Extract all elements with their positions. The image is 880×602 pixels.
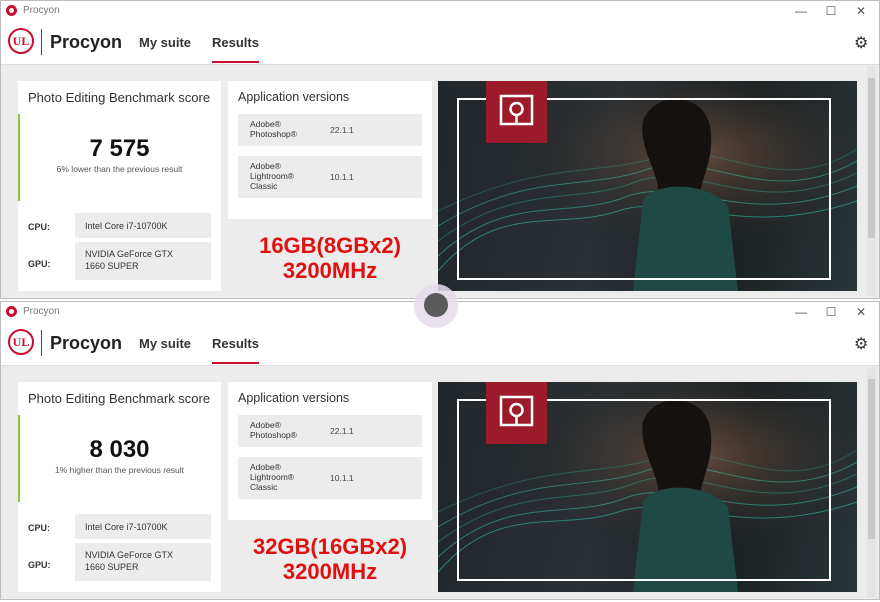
app-versions-card: Application versions Adobe® Photoshop® 2…	[228, 81, 432, 219]
cpu-label: CPU:	[28, 523, 50, 533]
memory-capacity: 16GB(8GBx2)	[259, 233, 401, 258]
hero-banner-image	[438, 81, 857, 291]
minimize-button[interactable]: —	[787, 3, 815, 19]
memory-capacity: 32GB(16GBx2)	[252, 534, 408, 559]
brand-divider	[41, 330, 42, 356]
gpu-label: GPU:	[28, 560, 51, 570]
title-bar: Procyon — ☐ ✕	[1, 1, 879, 22]
gpu-line-1: NVIDIA GeForce GTX	[85, 550, 174, 560]
gpu-value: NVIDIA GeForce GTX 1660 SUPER	[75, 543, 211, 581]
app-name-line: Lightroom®	[250, 171, 295, 181]
app-name-line: Photoshop®	[250, 430, 297, 440]
brand-name: Procyon	[50, 32, 123, 52]
ul-logo: UL	[8, 28, 34, 54]
app-row-photoshop: Adobe® Photoshop® 22.1.1	[238, 415, 422, 447]
app-name-line: Classic	[250, 181, 278, 191]
scrollbar[interactable]	[867, 367, 876, 597]
app-versions-title: Application versions	[238, 90, 350, 104]
app-versions-title: Application versions	[238, 391, 350, 405]
app-name-line: Adobe®	[250, 161, 281, 171]
cpu-value: Intel Core i7-10700K	[75, 514, 211, 539]
app-row-photoshop: Adobe® Photoshop® 22.1.1	[238, 114, 422, 146]
app-version: 10.1.1	[330, 172, 354, 182]
app-name: Adobe® Lightroom® Classic	[250, 462, 294, 492]
ul-logo: UL	[8, 329, 34, 355]
brand-name: Procyon	[50, 333, 123, 353]
banner-illustration	[438, 81, 857, 291]
score-card: Photo Editing Benchmark score 7 575 6% l…	[18, 81, 221, 291]
window-title: Procyon	[23, 5, 60, 16]
score-card: Photo Editing Benchmark score 8 030 1% h…	[18, 382, 221, 592]
scrollbar[interactable]	[867, 66, 876, 296]
maximize-button[interactable]: ☐	[817, 3, 845, 19]
app-version: 22.1.1	[330, 125, 354, 135]
tab-results[interactable]: Results	[212, 336, 259, 364]
score-comparison: 1% higher than the previous result	[55, 465, 184, 475]
nav-bar: UL Procyon My suite Results ⚙	[1, 323, 879, 366]
app-name-line: Adobe®	[250, 462, 281, 472]
app-name-line: Adobe®	[250, 420, 281, 430]
benchmark-score: 7 575	[89, 135, 150, 162]
scrollbar-thumb[interactable]	[868, 379, 875, 539]
procyon-app-icon	[6, 5, 17, 16]
app-name: Adobe® Lightroom® Classic	[250, 161, 294, 191]
app-name-line: Photoshop®	[250, 129, 297, 139]
app-version: 10.1.1	[330, 473, 354, 483]
nav-bar: UL Procyon My suite Results ⚙	[1, 22, 879, 65]
app-name: Adobe® Photoshop®	[250, 119, 297, 139]
benchmark-score: 8 030	[89, 436, 150, 463]
procyon-app-icon	[6, 306, 17, 317]
app-name-line: Classic	[250, 482, 278, 492]
memory-config-label: 16GB(8GBx2) 3200MHz	[230, 233, 430, 283]
close-button[interactable]: ✕	[847, 3, 875, 19]
cpu-value: Intel Core i7-10700K	[75, 213, 211, 238]
maximize-button[interactable]: ☐	[817, 304, 845, 320]
gear-icon[interactable]: ⚙	[854, 33, 868, 53]
gpu-line-2: 1660 SUPER	[85, 562, 139, 572]
score-comparison: 6% lower than the previous result	[56, 164, 183, 174]
app-versions-card: Application versions Adobe® Photoshop® 2…	[228, 382, 432, 520]
memory-config-label: 32GB(16GBx2) 3200MHz	[230, 534, 430, 584]
window-title: Procyon	[23, 306, 60, 317]
scrollbar-thumb[interactable]	[868, 78, 875, 238]
tab-my-suite[interactable]: My suite	[139, 35, 191, 50]
hero-banner-image	[438, 382, 857, 592]
score-title: Photo Editing Benchmark score	[28, 90, 211, 105]
watermark-logo	[414, 284, 458, 328]
brand-divider	[41, 29, 42, 55]
gear-icon[interactable]: ⚙	[854, 334, 868, 354]
gpu-value: NVIDIA GeForce GTX 1660 SUPER	[75, 242, 211, 280]
app-name: Adobe® Photoshop®	[250, 420, 297, 440]
tab-results[interactable]: Results	[212, 35, 259, 63]
app-name-line: Adobe®	[250, 119, 281, 129]
app-row-lightroom: Adobe® Lightroom® Classic 10.1.1	[238, 457, 422, 499]
cpu-label: CPU:	[28, 222, 50, 232]
minimize-button[interactable]: —	[787, 304, 815, 320]
close-button[interactable]: ✕	[847, 304, 875, 320]
gpu-label: GPU:	[28, 259, 51, 269]
procyon-window-32gb: Procyon — ☐ ✕ UL Procyon My suite Result…	[0, 301, 880, 600]
memory-speed: 3200MHz	[282, 258, 378, 283]
procyon-window-16gb: Procyon — ☐ ✕ UL Procyon My suite Result…	[0, 0, 880, 299]
tab-my-suite[interactable]: My suite	[139, 336, 191, 351]
gpu-line-2: 1660 SUPER	[85, 261, 139, 271]
app-name-line: Lightroom®	[250, 472, 295, 482]
banner-illustration	[438, 382, 857, 592]
app-version: 22.1.1	[330, 426, 354, 436]
memory-speed: 3200MHz	[282, 559, 378, 584]
score-title: Photo Editing Benchmark score	[28, 391, 211, 406]
gpu-line-1: NVIDIA GeForce GTX	[85, 249, 174, 259]
app-row-lightroom: Adobe® Lightroom® Classic 10.1.1	[238, 156, 422, 198]
